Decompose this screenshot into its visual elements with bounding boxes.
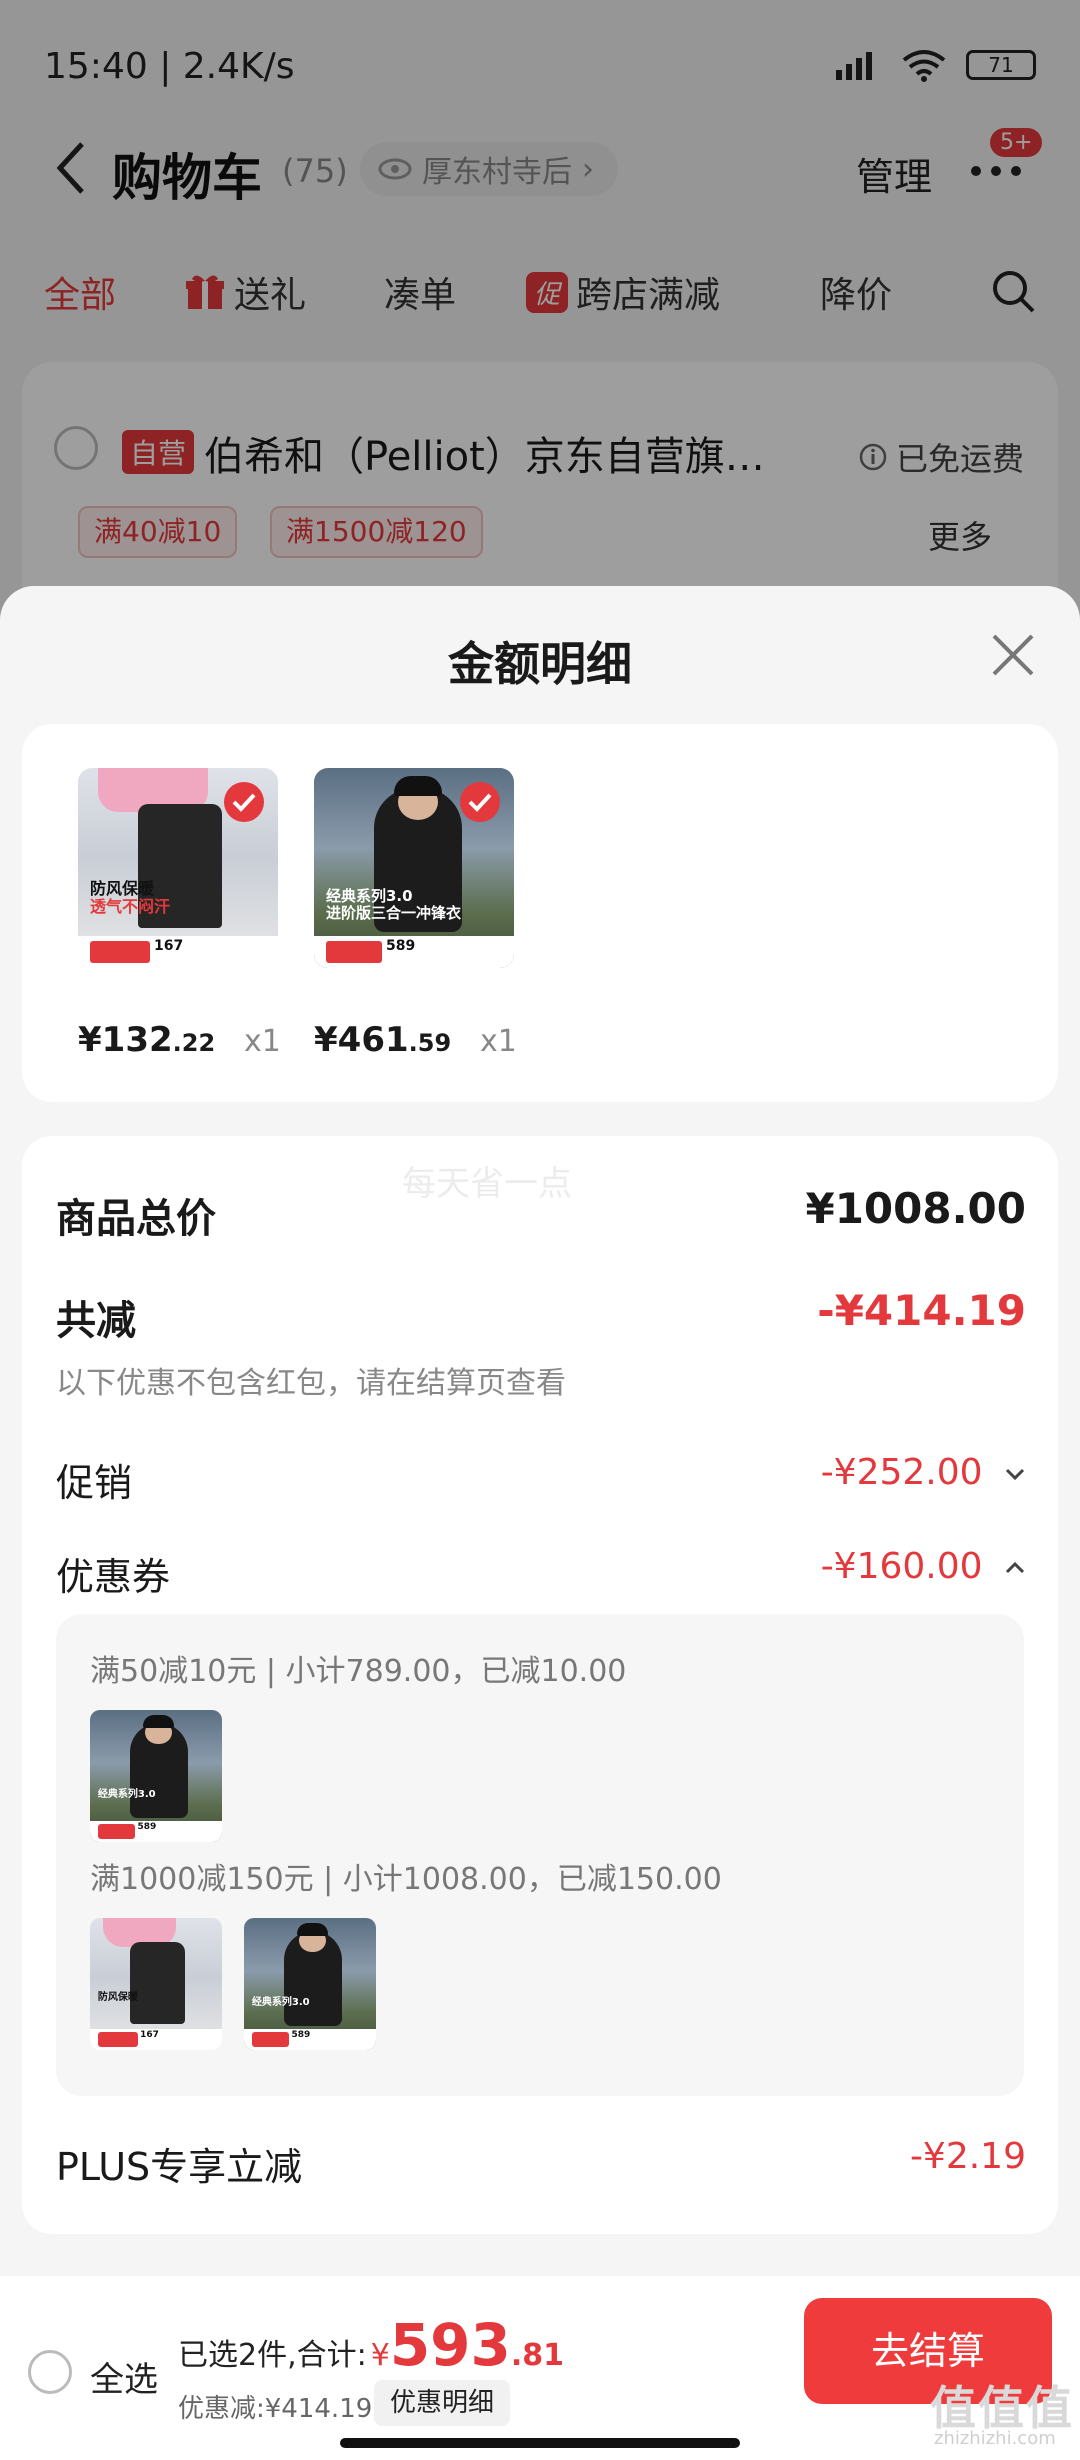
sheet-title: 金额明细: [448, 637, 632, 691]
close-icon[interactable]: [986, 628, 1040, 682]
coupon-detail-box: 满50减10元 | 小计789.00，已减10.00 经典系列3.0 589 满…: [56, 1614, 1024, 2096]
total-summary: 已选2件,合计: ¥ 593 .81: [178, 2316, 564, 2374]
sum-dec: .81: [510, 2338, 565, 2373]
coupon-label: 优惠券: [56, 1555, 171, 1599]
total-label: 商品总价: [56, 1196, 216, 1242]
thumb-text: 经典系列3.0: [97, 1789, 156, 1801]
site-watermark-url: zhizhizhi.com: [934, 2428, 1056, 2449]
sum-currency: ¥: [370, 2338, 390, 2373]
chevron-down-icon: [1005, 1468, 1025, 1481]
thumb-text: 透气不闷汗: [90, 897, 171, 916]
coupon-line-1: 满50减10元 | 小计789.00，已减10.00: [90, 1654, 627, 1689]
item-price-1: ¥132.22: [78, 1020, 215, 1060]
price-dec: .22: [172, 1029, 216, 1057]
promo-label: 促销: [56, 1461, 133, 1505]
amount-detail-sheet: 金额明细 防风保暖 透气不闷汗 167 ¥132.22 x1 经典系列3.0 进阶版…: [0, 586, 1080, 2460]
thumb-text: 防风保暖: [97, 1991, 138, 2003]
price-int: ¥132: [78, 1020, 173, 1060]
coupon-thumb-jacket: 经典系列3.0 589: [90, 1710, 222, 1842]
coupon-line-2: 满1000减150元 | 小计1008.00，已减150.00: [90, 1862, 722, 1897]
watermark-text: 每天省一点: [402, 1164, 572, 1204]
coupon-thumb-pants: 防风保暖 167: [90, 1918, 222, 2050]
thumb-price: 589: [291, 2029, 311, 2040]
chevron-up-icon: [1005, 1561, 1025, 1574]
coupon-thumb-jacket-2: 经典系列3.0 589: [244, 1918, 376, 2050]
product-thumb-jacket[interactable]: 经典系列3.0 进阶版三合一冲锋衣 589: [314, 768, 514, 968]
item-qty-1: x1: [244, 1024, 281, 1059]
coupon-row-toggle[interactable]: -¥160.00: [821, 1546, 1026, 1587]
discount-detail-button[interactable]: 优惠明细: [374, 2380, 511, 2426]
checked-icon: [224, 782, 264, 822]
plus-label: PLUS专享立减: [56, 2145, 303, 2189]
discount-label: 共减: [56, 1298, 136, 1344]
sum-int: 593: [389, 2311, 511, 2379]
total-value: ¥1008.00: [805, 1184, 1026, 1233]
promo-value: -¥252.00: [820, 1452, 983, 1493]
saved-amount: 优惠减:¥414.19: [178, 2394, 373, 2424]
thumb-text: 进阶版三合一冲锋衣: [326, 904, 462, 922]
item-price-2: ¥461.59: [314, 1020, 451, 1060]
thumb-text: 防风保暖: [90, 879, 155, 898]
select-all-label[interactable]: 全选: [90, 2352, 158, 2401]
thumb-price: 167: [140, 2029, 159, 2040]
home-indicator[interactable]: [340, 2438, 740, 2448]
selected-prefix: 已选2件,合计:: [178, 2338, 367, 2373]
selected-items-card: 防风保暖 透气不闷汗 167 ¥132.22 x1 经典系列3.0 进阶版三合一冲锋…: [22, 724, 1058, 1102]
discount-note: 以下优惠不包含红包，请在结算页查看: [56, 1366, 566, 1401]
thumb-price: 589: [386, 937, 416, 954]
checked-icon: [460, 782, 500, 822]
checkout-bar: 全选 已选2件,合计: ¥ 593 .81 优惠减:¥414.19 优惠明细 去…: [0, 2276, 1080, 2460]
price-breakdown-card: 每天省一点 商品总价 ¥1008.00 共减 -¥414.19 以下优惠不包含红…: [22, 1136, 1058, 2234]
thumb-text: 经典系列3.0: [326, 887, 413, 905]
coupon-value: -¥160.00: [820, 1546, 983, 1587]
plus-value: -¥2.19: [909, 2136, 1026, 2177]
promo-row-toggle[interactable]: -¥252.00: [821, 1452, 1026, 1493]
thumb-price: 167: [154, 937, 184, 954]
product-thumb-pants[interactable]: 防风保暖 透气不闷汗 167: [78, 768, 278, 968]
select-all-radio[interactable]: [28, 2350, 72, 2394]
thumb-price: 589: [137, 1821, 157, 1832]
discount-value: -¥414.19: [817, 1286, 1026, 1335]
price-int: ¥461: [314, 1020, 409, 1060]
price-dec: .59: [408, 1029, 452, 1057]
item-qty-2: x1: [480, 1024, 517, 1059]
thumb-text: 经典系列3.0: [251, 1997, 310, 2009]
